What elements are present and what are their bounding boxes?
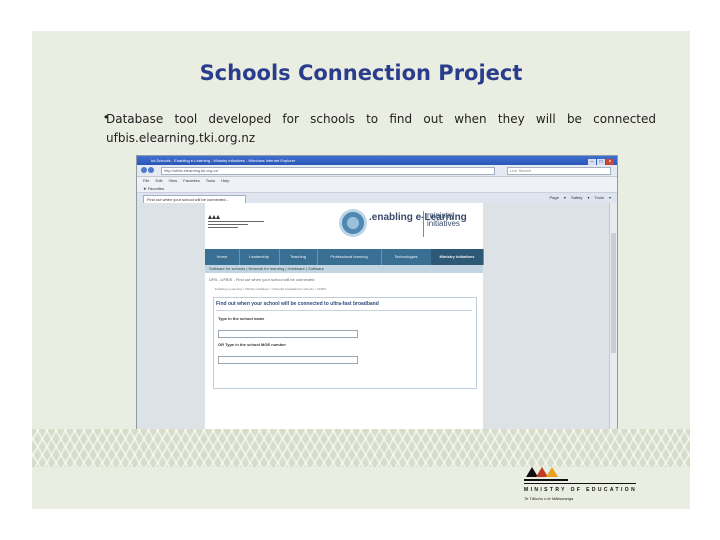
scrollbar-thumb (611, 233, 616, 353)
favorites-bar: ★ Favorites (137, 185, 617, 193)
browser-title-bar: ict-Schools - Enabling e-Learning - Mini… (137, 156, 617, 166)
school-lookup-form: Find out when your school will be connec… (213, 297, 477, 389)
school-name-label: Type in the school name (218, 316, 265, 321)
slide-title: Schools Connection Project (199, 61, 523, 85)
search-box: Live Search (507, 167, 611, 175)
bullet-line-1: Database tool developed for schools to f… (106, 112, 656, 126)
nav-ministry-initiatives: Ministry initiatives (431, 249, 484, 265)
elearning-logo: .enabling e-Learning ministry initiative… (337, 207, 487, 243)
moe-logo: MINISTRY OF EDUCATION Te Tāhuhu o te Māt… (516, 467, 686, 507)
forward-icon (148, 167, 154, 173)
browser-screenshot: ict-Schools - Enabling e-Learning - Mini… (136, 155, 618, 453)
bullet-text: Database tool developed for schools to f… (106, 110, 656, 148)
page-breadcrumb: UFB - UFBIS - Find out when your school … (209, 277, 315, 282)
elearning-globe-icon (339, 209, 367, 237)
bullet-line-2-url: ufbis.elearning.tki.org.nz (106, 131, 256, 145)
form-title: Find out when your school will be connec… (216, 301, 379, 307)
address-bar: http://ufbis.elearning.tki.org.nz/ Live … (137, 165, 617, 177)
ministry-initiatives-wordmark: ministry initiatives (427, 211, 460, 228)
moe-number-input (218, 356, 358, 364)
nav-professional-learning: Professional learning (317, 249, 382, 265)
browser-title: ict-Schools - Enabling e-Learning - Mini… (151, 158, 296, 163)
command-bar: Page ▾ Safety ▾ Tools ▾ (549, 195, 611, 200)
menu-bar: File Edit View Favorites Tools Help (137, 177, 617, 185)
yellow-triangle-icon (546, 467, 558, 477)
nav-leadership: Leadership (239, 249, 280, 265)
vertical-scrollbar (609, 203, 617, 441)
moe-name: MINISTRY OF EDUCATION (524, 487, 638, 493)
moe-maori-name: Te Tāhuhu o te Mātauranga (524, 496, 574, 501)
site-nav: Home Leadership Teaching Professional le… (205, 249, 484, 265)
school-name-input (218, 330, 358, 338)
page-path: Enabling e-Learning > Ministry initiativ… (215, 287, 326, 291)
sub-nav: Software for schools | Network for learn… (205, 265, 483, 273)
web-page: .enabling e-Learning ministry initiative… (205, 203, 484, 441)
nav-home: Home (205, 249, 240, 265)
address-url: http://ufbis.elearning.tki.org.nz/ (161, 167, 495, 175)
nav-arrows (141, 167, 155, 174)
nav-technologies: Technologies (381, 249, 432, 265)
mini-triangle-icon (216, 215, 220, 219)
decorative-pattern-band (32, 429, 690, 467)
browser-content: .enabling e-Learning ministry initiative… (137, 203, 617, 441)
nav-teaching: Teaching (279, 249, 318, 265)
slide: Schools Connection Project • Database to… (32, 31, 690, 509)
moe-number-label: OR Type in the school MOE number (218, 342, 286, 347)
back-icon (141, 167, 147, 173)
